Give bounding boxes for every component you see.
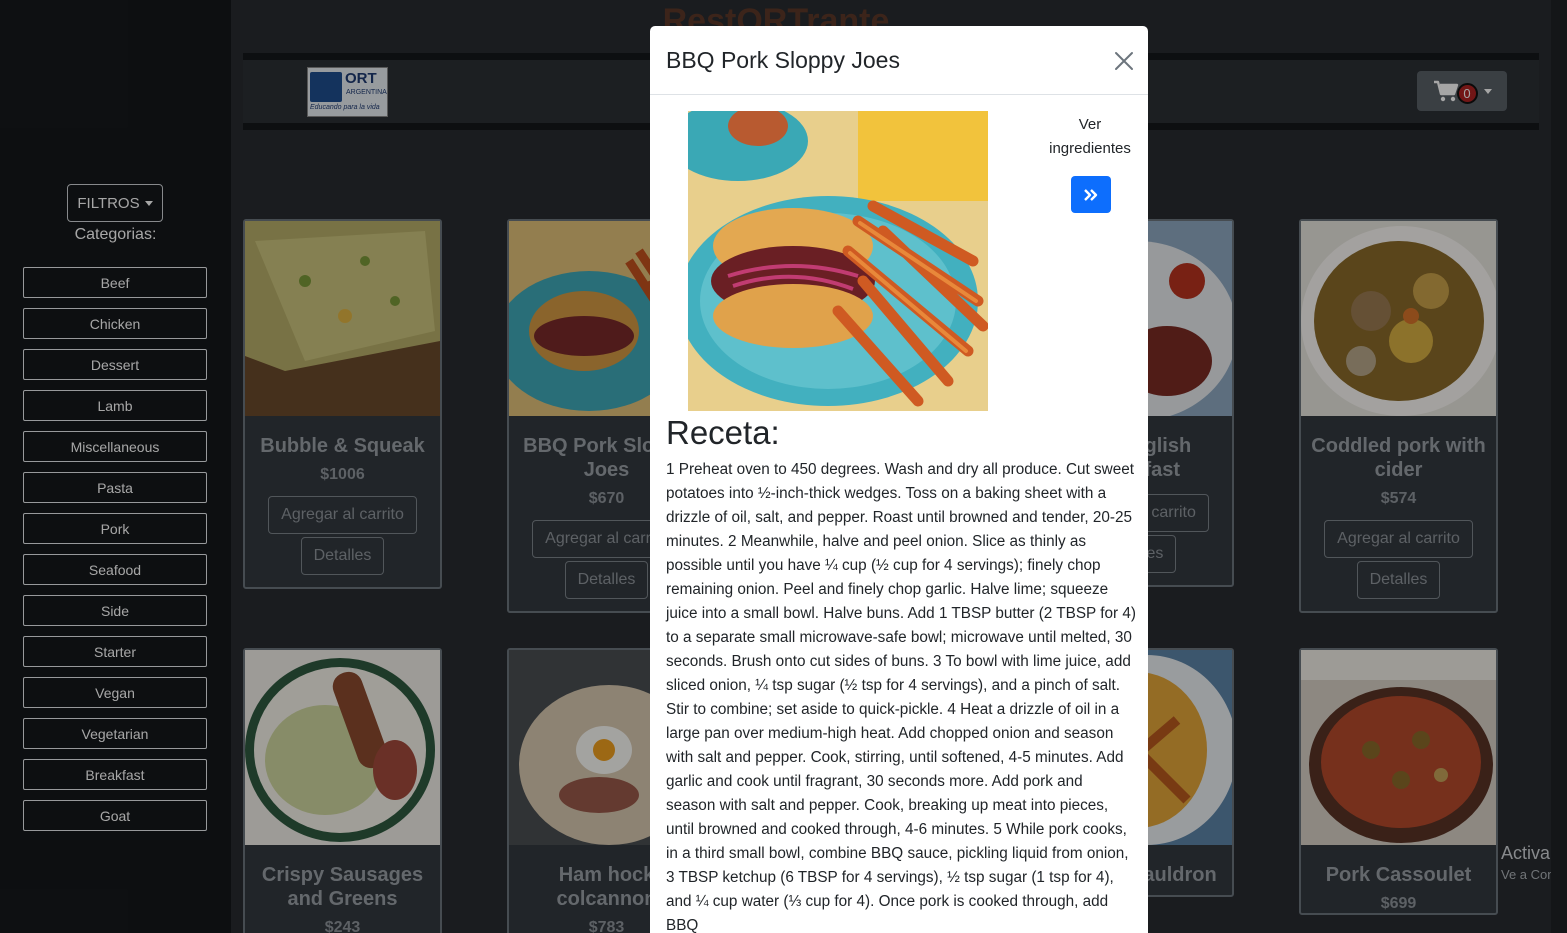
view-ingredients-button[interactable]: [1071, 176, 1111, 213]
double-chevron-right-icon: [1084, 188, 1098, 201]
modal-title: BBQ Pork Sloppy Joes: [666, 47, 900, 73]
dish-image: [688, 111, 988, 411]
product-detail-modal: BBQ Pork Sloppy Joes Ver ingredientes Re…: [650, 26, 1148, 933]
app-root: FILTROS Categorias: Beef Chicken Dessert…: [0, 0, 1567, 933]
view-ingredients-label: Ver ingredientes: [1049, 116, 1131, 157]
recipe-heading: Receta:: [666, 414, 780, 451]
recipe-text: 1 Preheat oven to 450 degrees. Wash and …: [666, 461, 1136, 933]
close-icon[interactable]: [1113, 50, 1135, 72]
modal-header: BBQ Pork Sloppy Joes: [650, 26, 1148, 95]
